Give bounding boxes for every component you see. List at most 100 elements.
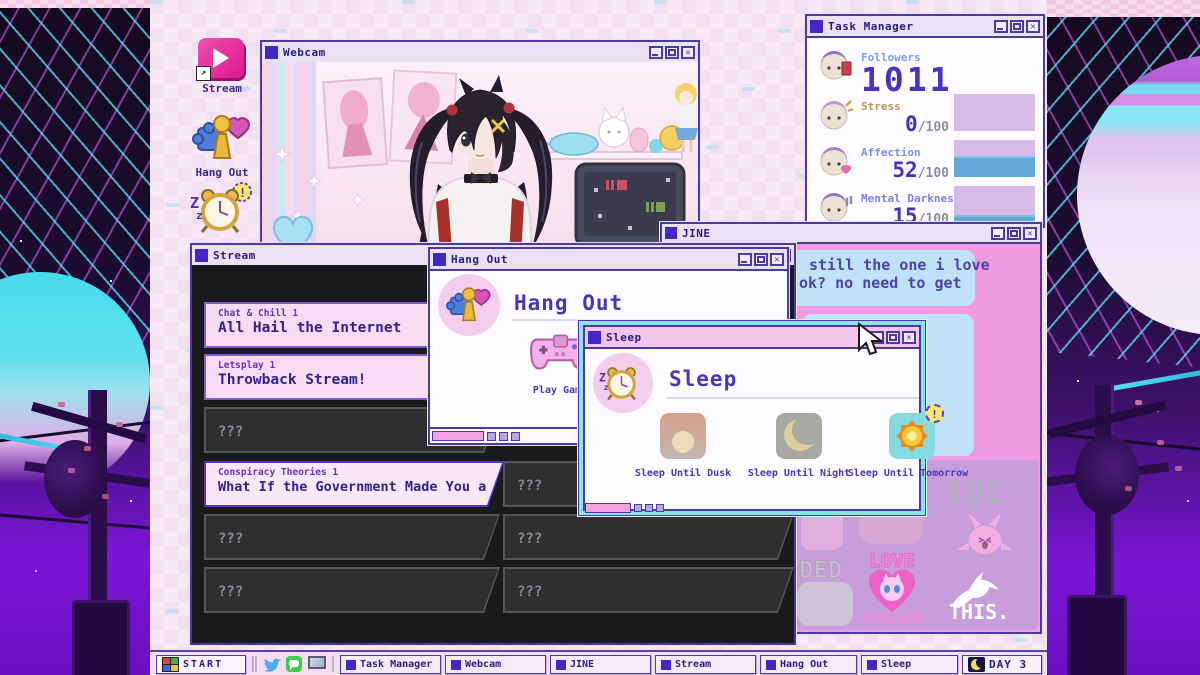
webcam-title: Webcam [283, 46, 326, 59]
game-screen: ↗ Stream Hang Out ! Z z [0, 0, 1200, 675]
close-button[interactable] [770, 253, 784, 266]
tower-base [1067, 595, 1127, 675]
chat-app-icon[interactable] [286, 656, 302, 672]
status-square [645, 504, 653, 512]
window-icon [346, 660, 356, 670]
svg-text:z: z [196, 209, 203, 222]
background-right [1047, 0, 1200, 675]
twitter-icon[interactable] [262, 657, 282, 673]
alarm-clock-icon: ! Z z [190, 182, 254, 238]
window-icon [661, 660, 671, 670]
window-icon [766, 660, 776, 670]
chat-message-line: ok? no need to get [799, 274, 975, 292]
scroll-pill [432, 431, 484, 441]
ded-sticker[interactable]: DED [799, 556, 842, 584]
maximize-button[interactable] [665, 46, 679, 59]
affection-bar-fill [954, 156, 1035, 177]
hangout-title: Hang Out [451, 253, 508, 266]
followers-avatar-icon [817, 46, 853, 82]
this-label: THIS. [949, 600, 1009, 624]
forever-label: FOREVER [863, 612, 922, 628]
status-square [656, 504, 664, 512]
maximize-button[interactable] [754, 253, 768, 266]
alert-badge: ! [925, 404, 944, 423]
svg-text:!: ! [239, 186, 246, 200]
status-square [511, 432, 520, 441]
sleep-heading: Sleep [669, 367, 737, 391]
stream-option-locked[interactable]: ??? [503, 514, 794, 560]
insulator-dots [58, 402, 65, 407]
dusk-icon [660, 413, 706, 459]
close-button[interactable] [681, 46, 695, 59]
idc-sticker[interactable]: IDC [945, 476, 1005, 511]
minimize-button[interactable] [991, 227, 1005, 240]
moon-time-icon [968, 657, 985, 672]
love-forever-heart-sticker[interactable] [859, 564, 925, 616]
night-moon-icon [776, 413, 822, 459]
os-flag-icon [162, 657, 179, 672]
monitor-icon[interactable] [308, 656, 326, 669]
taskbar-button-stream[interactable]: Stream [655, 655, 756, 674]
jine-title: JINE [682, 227, 711, 240]
taskbar-button-sleep[interactable]: Sleep [861, 655, 958, 674]
window-icon [556, 660, 566, 670]
taskbar-button-hangout[interactable]: Hang Out [760, 655, 857, 674]
checker-strip [0, 0, 150, 8]
mental-darkness-avatar-icon [817, 188, 853, 224]
hangout-icon [192, 112, 252, 164]
taskbar-button-webcam[interactable]: Webcam [445, 655, 546, 674]
stream-option-locked[interactable]: ??? [204, 567, 500, 613]
desktop-icon-sleep[interactable]: ! Z z [190, 182, 254, 238]
chat-message-line: still the one i love [809, 256, 975, 274]
sleep-option-label: Sleep Until Tomorrow [833, 468, 983, 479]
desktop-icon-hangout-label[interactable]: Hang Out [186, 166, 258, 179]
stream-option-conspiracy[interactable]: Conspiracy Theories 1What If the Governm… [204, 461, 504, 507]
close-button[interactable] [1026, 20, 1040, 33]
close-button[interactable] [902, 331, 916, 344]
stress-bar-fill [954, 130, 1035, 131]
sleep-option-tomorrow[interactable]: ! Sleep Until Tomorrow [847, 413, 977, 479]
sleep-title: Sleep [606, 331, 642, 344]
sleep-option-dusk[interactable]: Sleep Until Dusk [621, 413, 745, 479]
insulator-dots [1135, 400, 1142, 405]
desktop-icon-hangout[interactable] [192, 112, 252, 164]
stream-title: Stream [213, 249, 256, 262]
status-square [487, 432, 496, 441]
bunny-creature-sticker[interactable] [955, 512, 1015, 562]
start-button[interactable]: START [156, 655, 246, 674]
maximize-button[interactable] [1010, 20, 1024, 33]
maximize-button[interactable] [886, 331, 900, 344]
window-icon [433, 253, 446, 266]
stream-option-locked[interactable]: ??? [204, 514, 500, 560]
jine-titlebar[interactable]: JINE [662, 224, 1040, 244]
stream-option-locked[interactable]: ??? [503, 567, 794, 613]
minimize-button[interactable] [738, 253, 752, 266]
window-icon [665, 227, 677, 239]
hangout-titlebar[interactable]: Hang Out [430, 249, 787, 271]
scroll-pill [585, 503, 631, 513]
hangout-heading: Hang Out [514, 291, 623, 315]
minimize-button[interactable] [994, 20, 1008, 33]
window-icon [810, 20, 823, 33]
webcam-titlebar[interactable]: Webcam [262, 42, 698, 64]
minimize-button[interactable] [649, 46, 663, 59]
close-button[interactable] [1023, 227, 1037, 240]
taskbar-button-jine[interactable]: JINE [550, 655, 651, 674]
stress-value: 0/100 [861, 112, 949, 136]
mental-darkness-bar [954, 186, 1035, 223]
day-counter: DAY 3 [989, 658, 1027, 671]
window-icon [867, 660, 877, 670]
tomorrow-sun-icon: ! [889, 413, 935, 459]
tower-coil [1075, 435, 1139, 515]
desktop-icon-stream-label[interactable]: Stream [196, 82, 248, 95]
mouse-cursor [856, 322, 884, 358]
background-left [0, 0, 150, 675]
task-manager-window: Task Manager Followers 1011 Stress 0/100… [805, 14, 1045, 228]
sleep-option-label: Sleep Until Dusk [621, 468, 745, 479]
taskbar-tray: DAY 3 [962, 655, 1042, 674]
cat-sticker[interactable] [797, 582, 853, 626]
maximize-button[interactable] [1007, 227, 1021, 240]
taskbar-button-task-manager[interactable]: Task Manager [340, 655, 441, 674]
task-manager-titlebar[interactable]: Task Manager [807, 16, 1043, 38]
checker-strip [1047, 0, 1200, 17]
